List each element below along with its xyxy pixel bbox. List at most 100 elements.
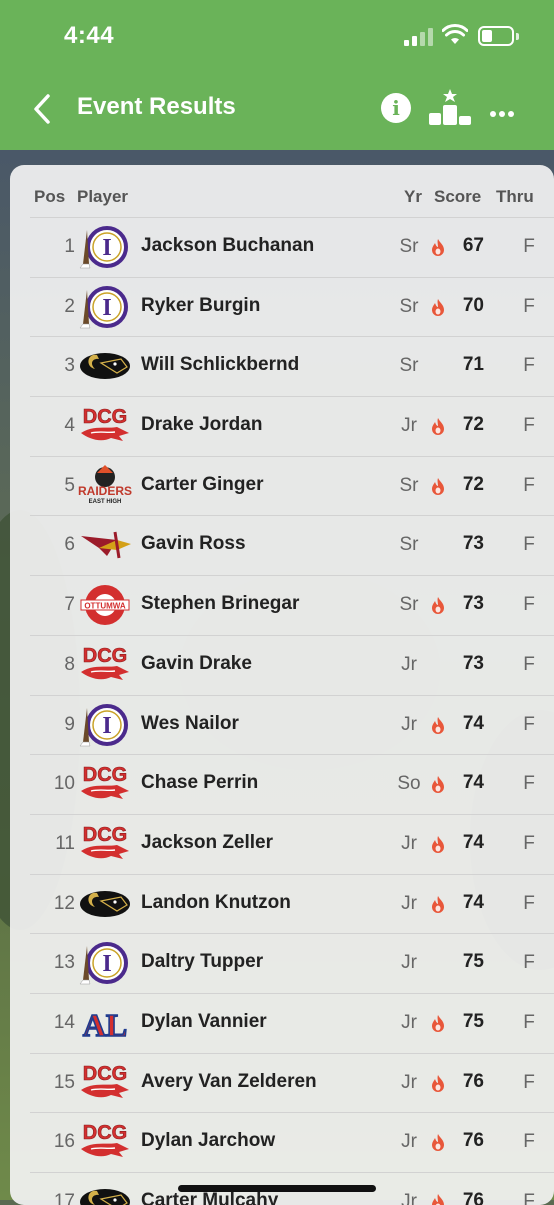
svg-text:OTTUMWA: OTTUMWA xyxy=(84,602,126,611)
row-position: 6 xyxy=(30,534,75,556)
more-options-icon[interactable] xyxy=(490,104,517,122)
dcg-logo: DCG xyxy=(77,642,133,688)
svg-text:DCG: DCG xyxy=(83,1063,127,1085)
holes-thru: F xyxy=(519,1012,539,1034)
table-row[interactable]: 3 Will Schlickbernd Sr 71 F xyxy=(10,336,554,396)
player-year: Sr xyxy=(394,594,424,616)
table-row[interactable]: 5RAIDERSEAST HIGHCarter GingerSr72F xyxy=(10,456,554,516)
purple-i-logo: I xyxy=(77,224,133,270)
svg-text:DCG: DCG xyxy=(83,764,127,786)
holes-thru: F xyxy=(519,355,539,377)
svg-text:EAST HIGH: EAST HIGH xyxy=(89,499,122,505)
row-position: 12 xyxy=(30,893,75,915)
hot-streak-flame-icon xyxy=(431,478,445,495)
player-score: 75 xyxy=(448,1011,484,1033)
player-name: Carter Mulcahy xyxy=(141,1190,278,1205)
table-row[interactable]: 14ALDylan VannierJr75F xyxy=(10,993,554,1053)
table-row[interactable]: 9IWes NailorJr74F xyxy=(10,695,554,755)
row-position: 3 xyxy=(30,355,75,377)
ram-logo xyxy=(77,881,133,927)
table-row[interactable]: 13IDaltry TupperJr75F xyxy=(10,933,554,993)
dcg-logo: DCG xyxy=(77,821,133,867)
info-icon[interactable]: i xyxy=(381,93,411,123)
row-position: 13 xyxy=(30,952,75,974)
table-row[interactable]: 4DCGDrake JordanJr72F xyxy=(10,396,554,456)
hot-streak-flame-icon xyxy=(431,1075,445,1092)
player-score: 72 xyxy=(448,474,484,496)
player-name: Stephen Brinegar xyxy=(141,593,299,615)
player-year: So xyxy=(394,773,424,795)
leaderboard-podium-icon[interactable] xyxy=(428,88,472,126)
results-list: 1IJackson BuchananSr67F2IRyker BurginSr7… xyxy=(10,217,554,1205)
table-row[interactable]: 15DCGAvery Van ZelderenJr76F xyxy=(10,1053,554,1113)
holes-thru: F xyxy=(519,654,539,676)
player-name: Landon Knutzon xyxy=(141,892,291,914)
player-score: 67 xyxy=(448,235,484,257)
table-row[interactable]: 7OTTUMWAStephen BrinegarSr73F xyxy=(10,575,554,635)
table-row[interactable]: 8DCGGavin DrakeJr73F xyxy=(10,635,554,695)
ottumwa-logo: OTTUMWA xyxy=(77,582,133,628)
svg-text:AL: AL xyxy=(83,1007,127,1043)
battery-icon xyxy=(478,26,514,46)
player-year: Sr xyxy=(394,355,424,377)
ram-logo xyxy=(77,343,133,389)
player-score: 71 xyxy=(448,354,484,376)
back-chevron-icon[interactable] xyxy=(28,92,58,126)
player-year: Jr xyxy=(394,714,424,736)
home-indicator xyxy=(178,1185,376,1192)
svg-text:I: I xyxy=(102,235,111,261)
table-row[interactable]: 1IJackson BuchananSr67F xyxy=(10,217,554,277)
results-card: Pos Player Yr Score Thru 1IJackson Bucha… xyxy=(10,165,554,1205)
hot-streak-flame-icon xyxy=(431,239,445,256)
player-name: Wes Nailor xyxy=(141,713,239,735)
table-row[interactable]: 12Landon KnutzonJr74F xyxy=(10,874,554,934)
header-bar: 4:44 Event Results i xyxy=(0,0,554,150)
player-score: 76 xyxy=(448,1190,484,1205)
header-yr: Yr xyxy=(404,187,422,207)
table-row[interactable]: 10DCGChase PerrinSo74F xyxy=(10,754,554,814)
row-position: 16 xyxy=(30,1131,75,1153)
player-name: Dylan Vannier xyxy=(141,1011,267,1033)
player-year: Sr xyxy=(394,534,424,556)
holes-thru: F xyxy=(519,296,539,318)
ram-logo xyxy=(77,1179,133,1205)
row-position: 4 xyxy=(30,415,75,437)
hot-streak-flame-icon xyxy=(431,896,445,913)
table-row[interactable]: 2IRyker BurginSr70F xyxy=(10,277,554,337)
row-position: 11 xyxy=(30,833,75,855)
purple-i-logo: I xyxy=(77,940,133,986)
player-year: Sr xyxy=(394,236,424,258)
player-year: Sr xyxy=(394,475,424,497)
header-player: Player xyxy=(77,187,128,207)
svg-text:DCG: DCG xyxy=(83,1122,127,1144)
table-row[interactable]: 16DCGDylan JarchowJr76F xyxy=(10,1112,554,1172)
player-year: Jr xyxy=(394,1131,424,1153)
player-name: Jackson Zeller xyxy=(141,832,273,854)
player-score: 74 xyxy=(448,832,484,854)
row-position: 7 xyxy=(30,594,75,616)
status-time: 4:44 xyxy=(64,22,114,50)
player-name: Drake Jordan xyxy=(141,414,262,436)
row-position: 10 xyxy=(30,773,75,795)
player-year: Jr xyxy=(394,1191,424,1205)
header-score: Score xyxy=(434,187,481,207)
player-year: Jr xyxy=(394,1012,424,1034)
svg-text:I: I xyxy=(102,951,111,977)
player-name: Dylan Jarchow xyxy=(141,1130,275,1152)
player-year: Jr xyxy=(394,415,424,437)
cellular-signal-icon xyxy=(404,28,434,46)
player-score: 73 xyxy=(448,533,484,555)
holes-thru: F xyxy=(519,714,539,736)
table-row[interactable]: 6Gavin RossSr73F xyxy=(10,515,554,575)
row-position: 17 xyxy=(30,1191,75,1205)
holes-thru: F xyxy=(519,415,539,437)
player-score: 75 xyxy=(448,951,484,973)
purple-i-logo: I xyxy=(77,702,133,748)
table-header: Pos Player Yr Score Thru xyxy=(10,165,554,217)
table-row[interactable]: 11DCGJackson ZellerJr74F xyxy=(10,814,554,874)
player-name: Will Schlickbernd xyxy=(141,354,299,376)
player-name: Daltry Tupper xyxy=(141,951,263,973)
dcg-logo: DCG xyxy=(77,1119,133,1165)
svg-text:RAIDERS: RAIDERS xyxy=(78,484,132,498)
player-name: Gavin Ross xyxy=(141,533,246,555)
